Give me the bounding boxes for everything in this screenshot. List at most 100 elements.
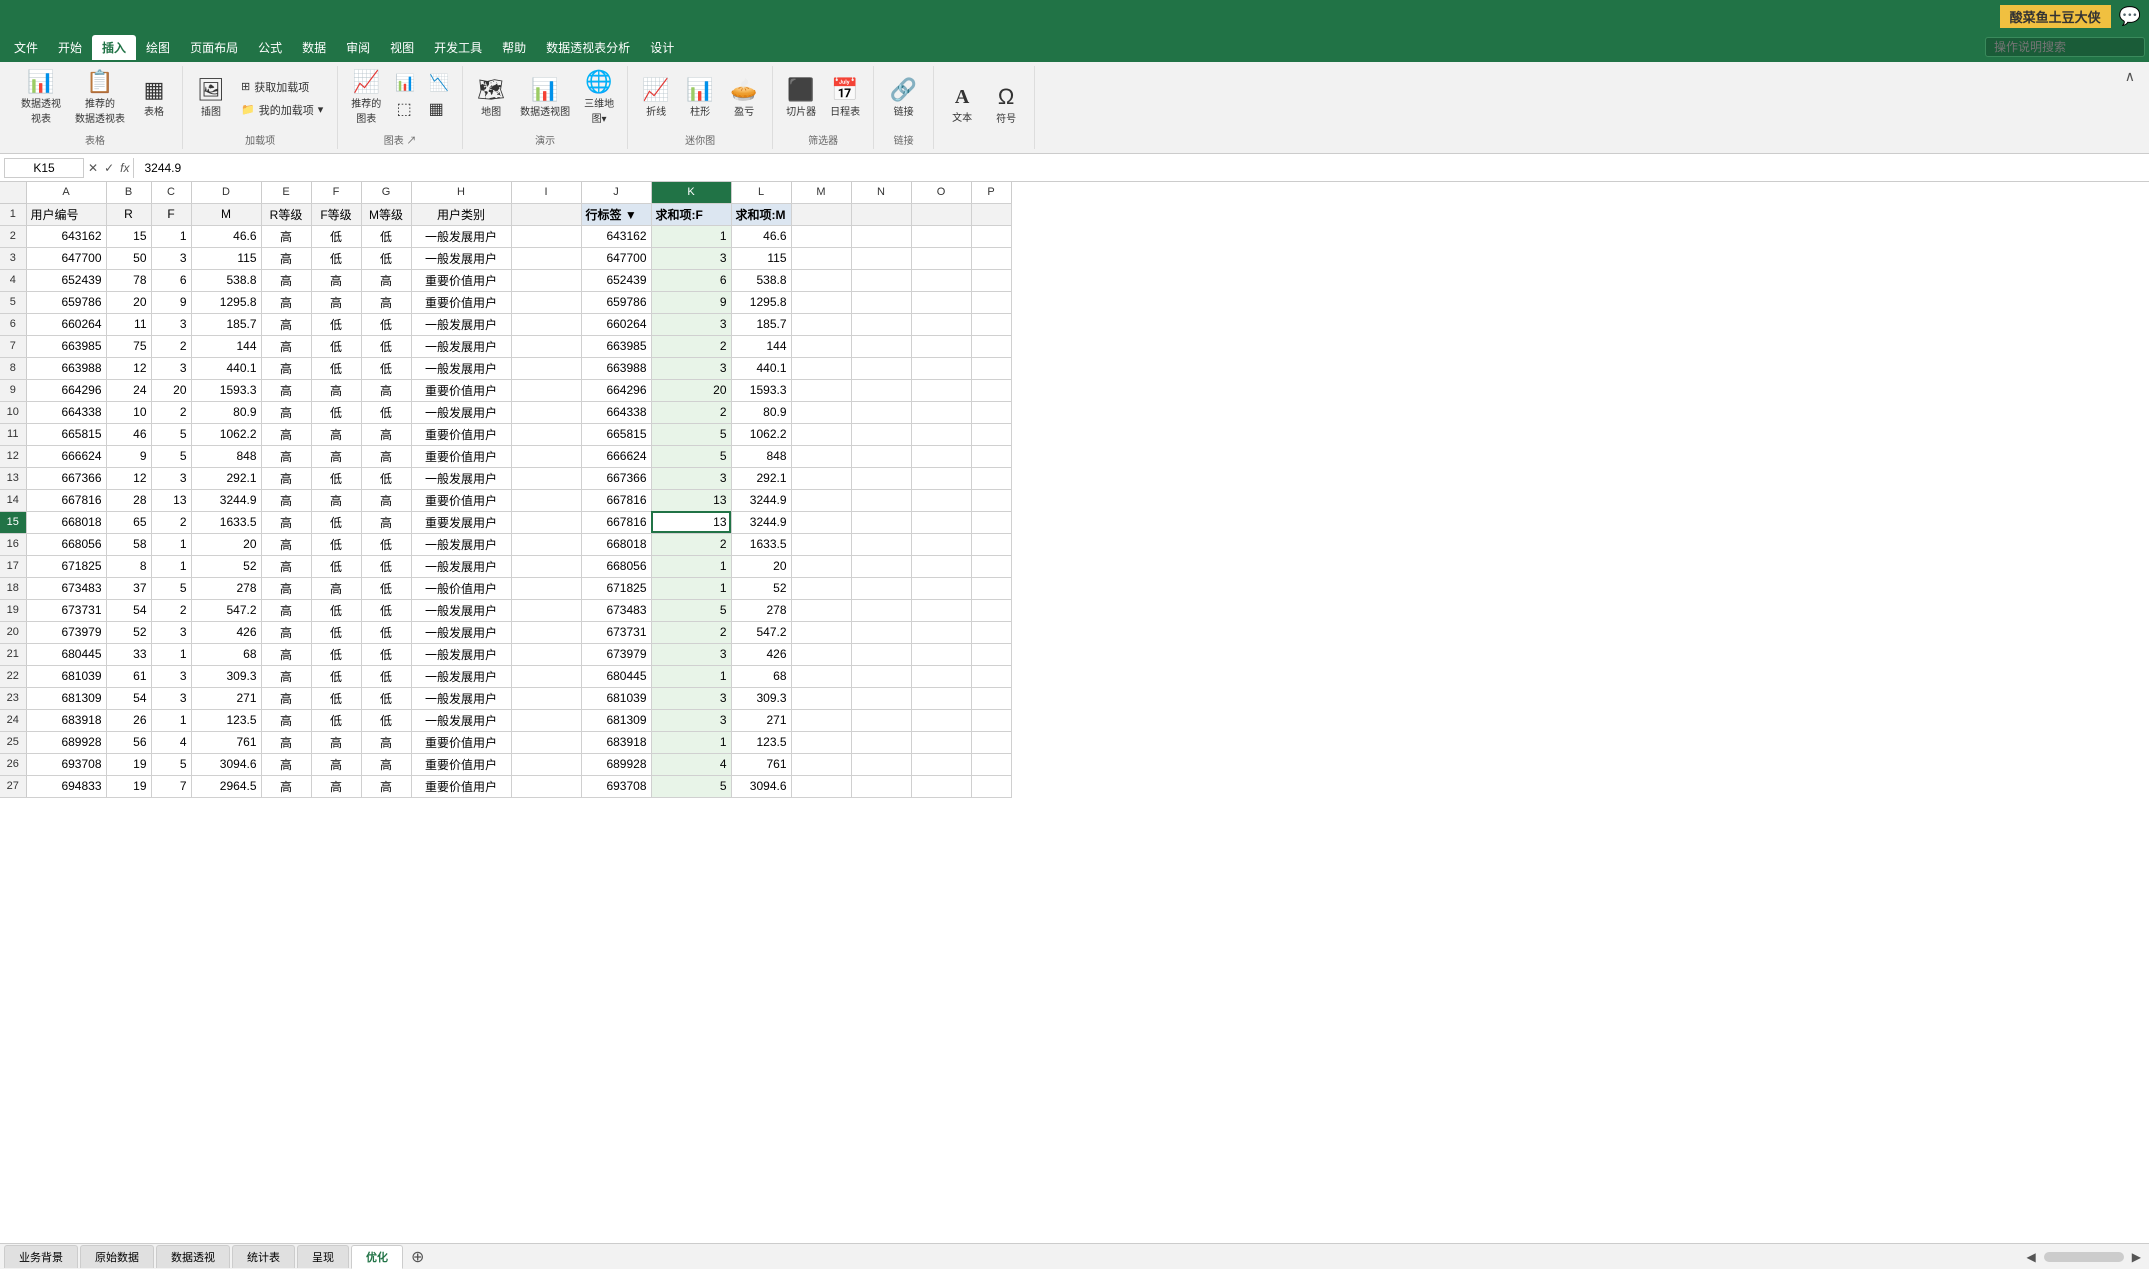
sheet-tab-optimize[interactable]: 优化 [351,1245,403,1269]
cell-M12[interactable] [791,445,851,467]
cell-I14[interactable] [511,489,581,511]
3d-map-btn[interactable]: 🌐 三维地图▾ [579,68,619,128]
my-addins-btn[interactable]: 📁 我的加载项 ▾ [235,100,329,120]
cell-N21[interactable] [851,643,911,665]
scroll-left-arrow[interactable]: ◀ [2023,1248,2040,1266]
cell-I16[interactable] [511,533,581,555]
cell-D27[interactable]: 2964.5 [191,775,261,797]
cell-O17[interactable] [911,555,971,577]
cell-P10[interactable] [971,401,1011,423]
cell-G12[interactable]: 高 [361,445,411,467]
cell-E19[interactable]: 高 [261,599,311,621]
cell-C21[interactable]: 1 [151,643,191,665]
cell-H7[interactable]: 一般发展用户 [411,335,511,357]
cell-O12[interactable] [911,445,971,467]
cell-K16[interactable]: 2 [651,533,731,555]
cell-P8[interactable] [971,357,1011,379]
cell-I18[interactable] [511,577,581,599]
cell-K9[interactable]: 20 [651,379,731,401]
row-number[interactable]: 12 [0,445,26,467]
cell-E13[interactable]: 高 [261,467,311,489]
confirm-formula-icon[interactable]: ✓ [104,161,114,175]
cell-C23[interactable]: 3 [151,687,191,709]
cell-H3[interactable]: 一般发展用户 [411,247,511,269]
cell-M24[interactable] [791,709,851,731]
cell-H26[interactable]: 重要价值用户 [411,753,511,775]
cell-I21[interactable] [511,643,581,665]
cell-H2[interactable]: 一般发展用户 [411,225,511,247]
cell-G20[interactable]: 低 [361,621,411,643]
cell-F12[interactable]: 高 [311,445,361,467]
cell-P3[interactable] [971,247,1011,269]
cell-I5[interactable] [511,291,581,313]
cell-D8[interactable]: 440.1 [191,357,261,379]
cell-C11[interactable]: 5 [151,423,191,445]
cell-P20[interactable] [971,621,1011,643]
row-number[interactable]: 18 [0,577,26,599]
cell-E25[interactable]: 高 [261,731,311,753]
cell-E23[interactable]: 高 [261,687,311,709]
cell-N3[interactable] [851,247,911,269]
cell-A17[interactable]: 671825 [26,555,106,577]
cell-N6[interactable] [851,313,911,335]
cell-G23[interactable]: 低 [361,687,411,709]
cell-A2[interactable]: 643162 [26,225,106,247]
cell-O24[interactable] [911,709,971,731]
cell-H13[interactable]: 一般发展用户 [411,467,511,489]
cell-H27[interactable]: 重要价值用户 [411,775,511,797]
cell-M16[interactable] [791,533,851,555]
cell-F19[interactable]: 低 [311,599,361,621]
cell-I10[interactable] [511,401,581,423]
cell-C8[interactable]: 3 [151,357,191,379]
cell-B26[interactable]: 19 [106,753,151,775]
cell-L26[interactable]: 761 [731,753,791,775]
cell-A11[interactable]: 665815 [26,423,106,445]
cell-N1[interactable] [851,203,911,225]
cell-P4[interactable] [971,269,1011,291]
cell-N15[interactable] [851,511,911,533]
cell-B4[interactable]: 78 [106,269,151,291]
col-header-e[interactable]: E [261,182,311,203]
row-number[interactable]: 17 [0,555,26,577]
cell-F15[interactable]: 低 [311,511,361,533]
cell-L7[interactable]: 144 [731,335,791,357]
cell-H15[interactable]: 重要发展用户 [411,511,511,533]
cell-C2[interactable]: 1 [151,225,191,247]
cell-P27[interactable] [971,775,1011,797]
cell-G1[interactable]: M等级 [361,203,411,225]
cell-B19[interactable]: 54 [106,599,151,621]
cell-F7[interactable]: 低 [311,335,361,357]
cell-L11[interactable]: 1062.2 [731,423,791,445]
row-number[interactable]: 6 [0,313,26,335]
cell-M7[interactable] [791,335,851,357]
cell-P22[interactable] [971,665,1011,687]
cell-H19[interactable]: 一般发展用户 [411,599,511,621]
cell-C16[interactable]: 1 [151,533,191,555]
cell-J4[interactable]: 652439 [581,269,651,291]
cell-M15[interactable] [791,511,851,533]
cell-M19[interactable] [791,599,851,621]
cell-P13[interactable] [971,467,1011,489]
map-btn[interactable]: 🗺 地图 [471,76,511,121]
cell-D3[interactable]: 115 [191,247,261,269]
tab-developer[interactable]: 开发工具 [424,35,492,60]
cell-I4[interactable] [511,269,581,291]
pivot-chart-btn[interactable]: 📊 数据透视图 [515,76,575,121]
cell-G2[interactable]: 低 [361,225,411,247]
cell-H16[interactable]: 一般发展用户 [411,533,511,555]
cell-L20[interactable]: 547.2 [731,621,791,643]
cell-P12[interactable] [971,445,1011,467]
cell-P1[interactable] [971,203,1011,225]
cell-A22[interactable]: 681039 [26,665,106,687]
sheet-tab-pivot[interactable]: 数据透视 [156,1245,230,1268]
row-number[interactable]: 2 [0,225,26,247]
cell-L8[interactable]: 440.1 [731,357,791,379]
cell-H1[interactable]: 用户类别 [411,203,511,225]
cell-M20[interactable] [791,621,851,643]
cell-D21[interactable]: 68 [191,643,261,665]
cell-G22[interactable]: 低 [361,665,411,687]
link-btn[interactable]: 🔗 链接 [884,76,924,121]
cell-O20[interactable] [911,621,971,643]
cell-P16[interactable] [971,533,1011,555]
more-charts-btn[interactable]: ▦ [422,99,450,123]
